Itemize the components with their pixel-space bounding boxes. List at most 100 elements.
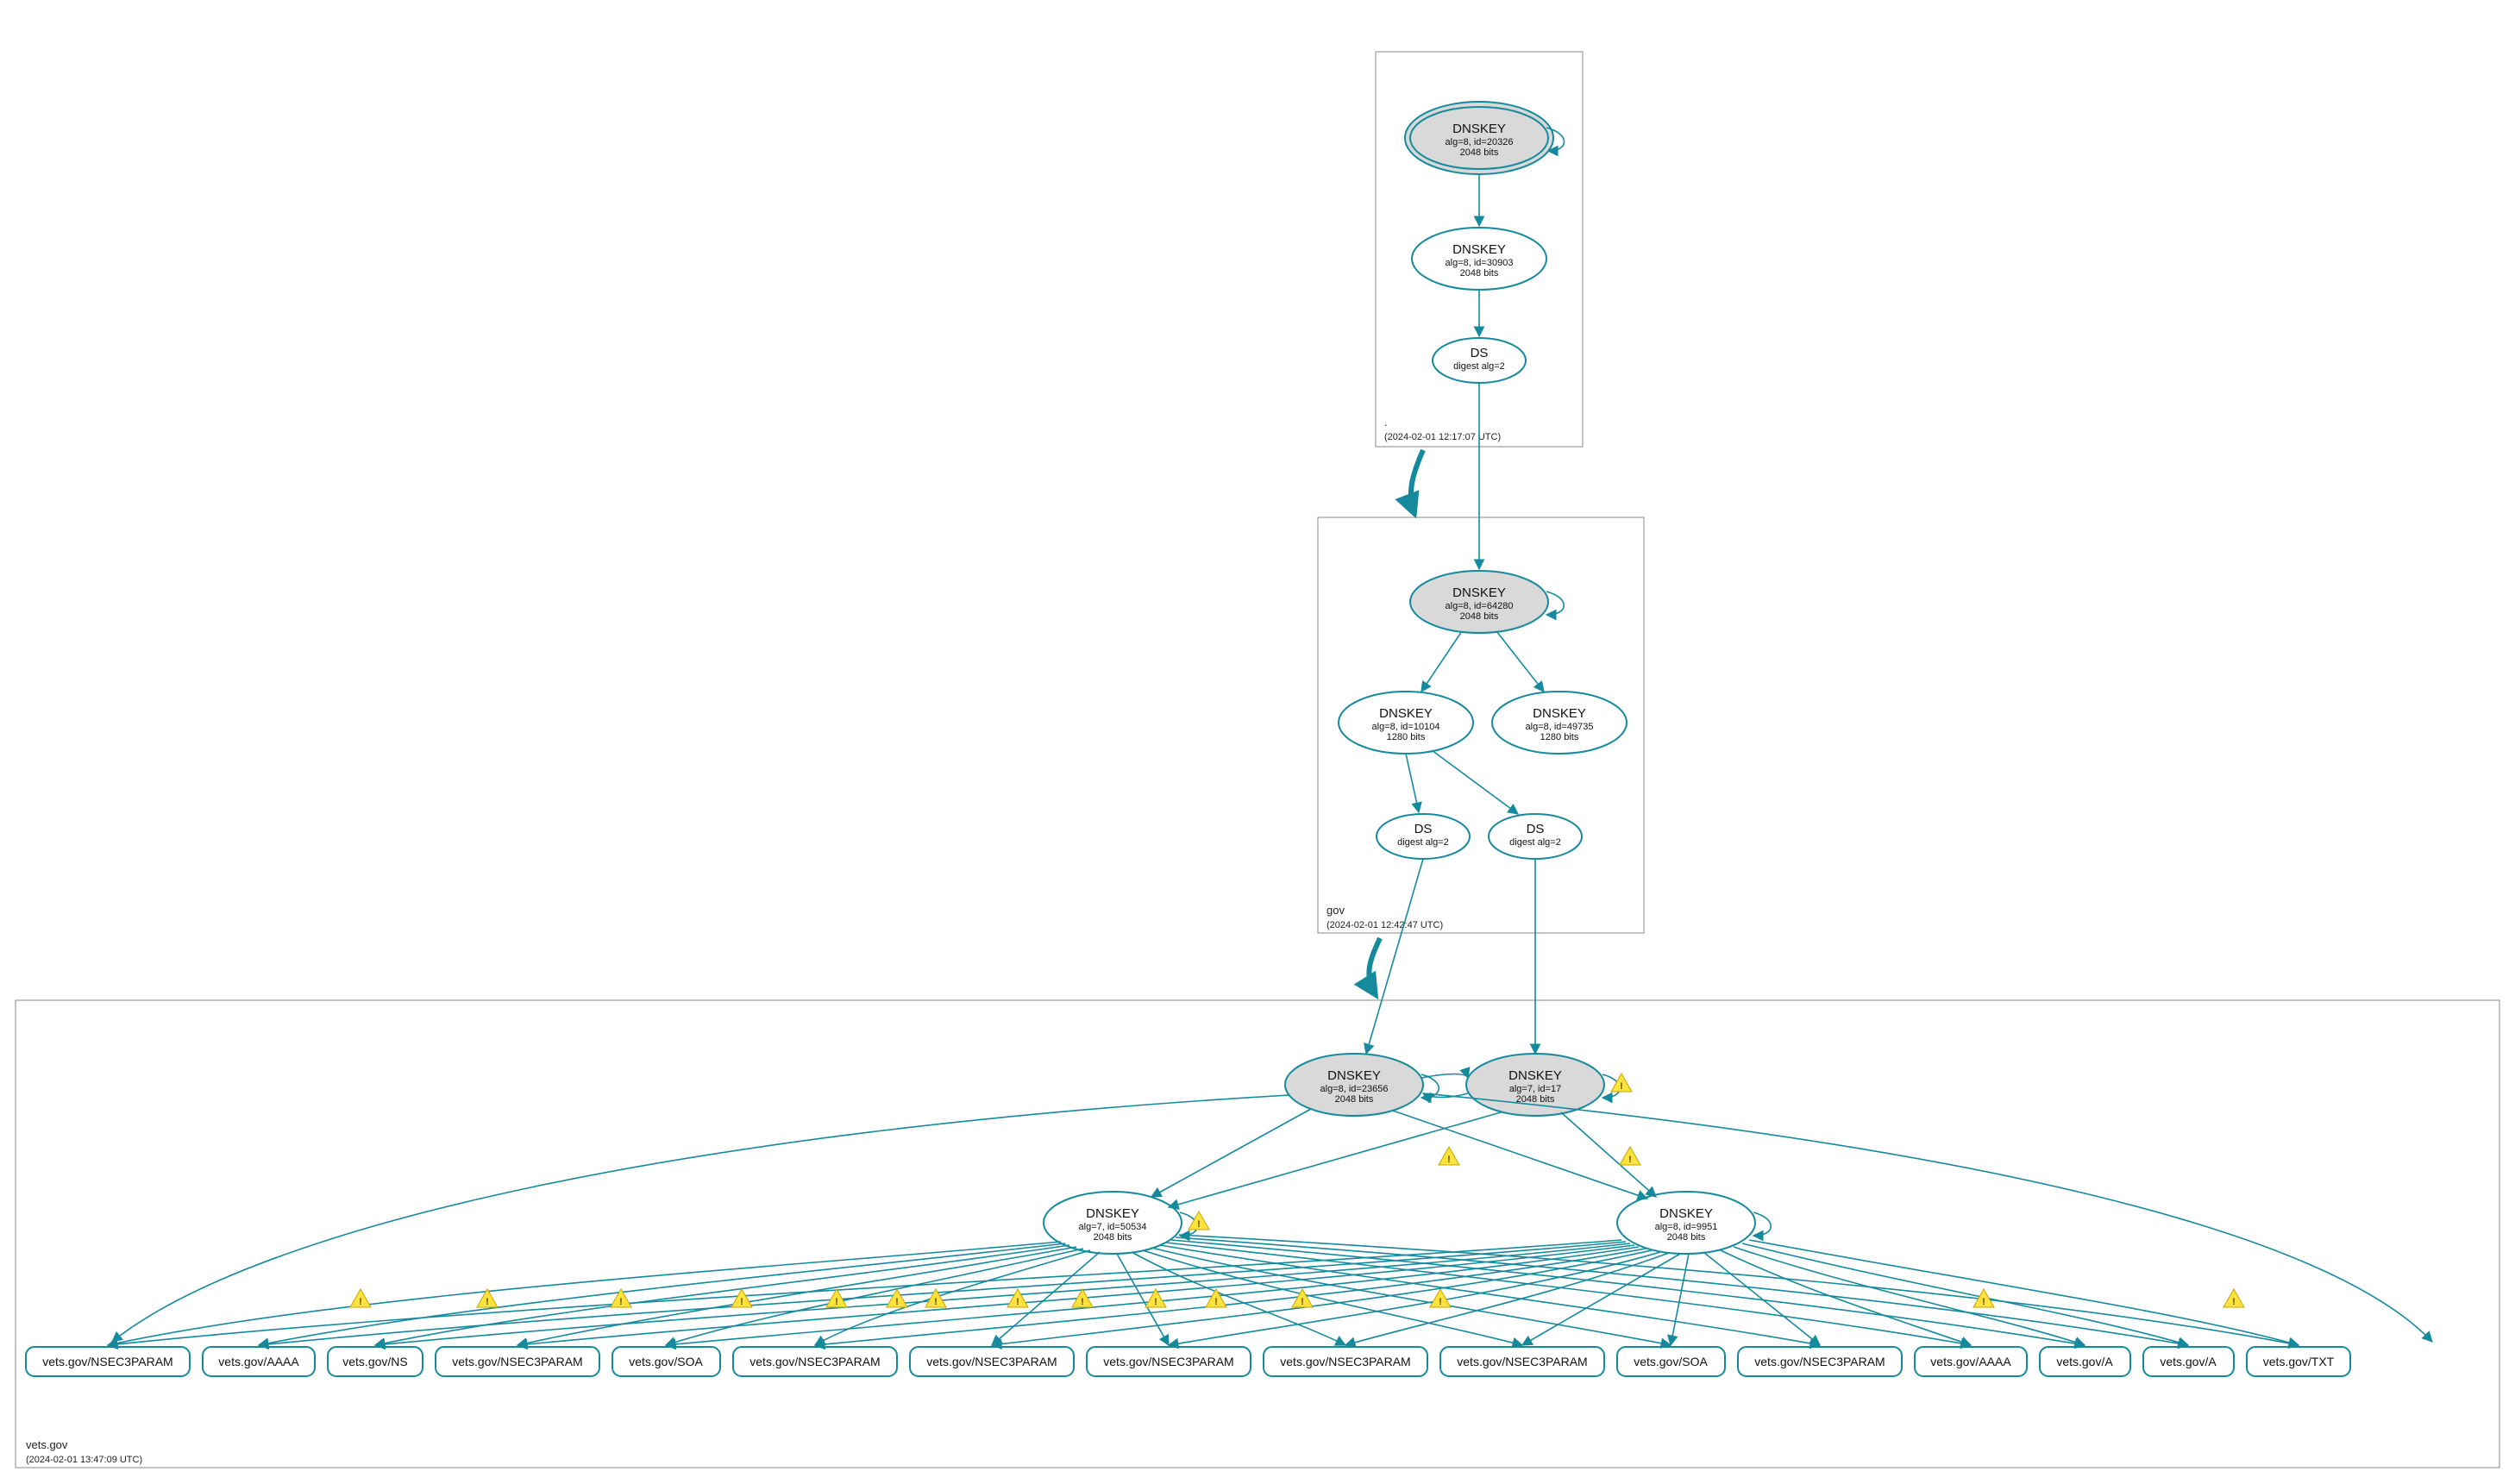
svg-text:vets.gov/AAAA: vets.gov/AAAA — [1930, 1355, 2011, 1368]
svg-text:vets.gov/NS: vets.gov/NS — [342, 1355, 407, 1368]
edge-deleg-root-gov — [1411, 450, 1423, 514]
svg-text:vets.gov/SOA: vets.gov/SOA — [629, 1355, 703, 1368]
zone-root-label: . — [1384, 416, 1388, 429]
svg-text:!: ! — [1982, 1297, 1985, 1307]
node-vets-zsk1: DNSKEY alg=7, id=50534 2048 bits — [1044, 1192, 1182, 1254]
svg-text:digest alg=2: digest alg=2 — [1509, 837, 1561, 848]
svg-text:DS: DS — [1527, 822, 1545, 836]
edge-deleg-gov-vets — [1369, 938, 1380, 995]
svg-text:!: ! — [895, 1297, 899, 1307]
svg-text:DNSKEY: DNSKEY — [1659, 1206, 1713, 1221]
rr-r11: vets.gov/NSEC3PARAM — [1738, 1347, 1902, 1376]
svg-text:alg=8, id=10104: alg=8, id=10104 — [1372, 722, 1440, 732]
svg-text:2048 bits: 2048 bits — [1094, 1232, 1132, 1243]
svg-text:2048 bits: 2048 bits — [1667, 1232, 1706, 1243]
edge-gov-ksk-zsk1 — [1421, 631, 1462, 692]
svg-text:vets.gov/NSEC3PARAM: vets.gov/NSEC3PARAM — [1754, 1355, 1885, 1368]
node-gov-ds1: DS digest alg=2 — [1377, 814, 1470, 859]
edge-gov-ksk-self — [1546, 592, 1564, 615]
rr-r15: vets.gov/TXT — [2247, 1347, 2350, 1376]
svg-text:!: ! — [359, 1297, 362, 1307]
warn-ksk-zsk-a: ! — [1439, 1147, 1459, 1165]
zone-vets-label: vets.gov — [26, 1438, 68, 1451]
node-gov-ds2: DS digest alg=2 — [1489, 814, 1582, 859]
svg-text:alg=8, id=30903: alg=8, id=30903 — [1446, 258, 1514, 268]
svg-text:!: ! — [1016, 1297, 1019, 1307]
svg-text:alg=8, id=49735: alg=8, id=49735 — [1526, 722, 1594, 732]
warn-ksk-zsk-b: ! — [1620, 1147, 1640, 1165]
svg-text:digest alg=2: digest alg=2 — [1397, 837, 1449, 848]
node-root-ksk: DNSKEY alg=8, id=20326 2048 bits — [1405, 102, 1553, 174]
zone-vets: vets.gov (2024-02-01 13:47:09 UTC) DNSKE… — [16, 859, 2499, 1468]
svg-text:!: ! — [1154, 1297, 1157, 1307]
node-vets-zsk2: DNSKEY alg=8, id=9951 2048 bits — [1617, 1192, 1755, 1254]
svg-text:1280 bits: 1280 bits — [1540, 732, 1579, 742]
svg-text:vets.gov/SOA: vets.gov/SOA — [1634, 1355, 1708, 1368]
svg-text:!: ! — [1628, 1155, 1632, 1165]
node-vets-ksk1: DNSKEY alg=8, id=23656 2048 bits — [1285, 1054, 1423, 1116]
svg-text:!: ! — [1447, 1155, 1451, 1165]
svg-text:DNSKEY: DNSKEY — [1508, 1068, 1562, 1083]
svg-text:alg=8, id=20326: alg=8, id=20326 — [1446, 137, 1514, 147]
svg-text:DS: DS — [1471, 346, 1489, 360]
rr-r1: vets.gov/AAAA — [203, 1347, 315, 1376]
svg-text:vets.gov/NSEC3PARAM: vets.gov/NSEC3PARAM — [1103, 1355, 1233, 1368]
edge-vets-ksk1-r15 — [1423, 1093, 2432, 1342]
edge-gov-zsk1-ds1 — [1406, 754, 1419, 812]
svg-text:alg=7, id=17: alg=7, id=17 — [1509, 1084, 1562, 1094]
zone-gov-timestamp: (2024-02-01 12:42:47 UTC) — [1326, 920, 1443, 930]
edge-vets-ksk2-zsk2 — [1561, 1112, 1656, 1197]
edge-vets-ksk1-zsk1 — [1151, 1109, 1311, 1197]
svg-text:vets.gov/NSEC3PARAM: vets.gov/NSEC3PARAM — [1457, 1355, 1587, 1368]
svg-text:2048 bits: 2048 bits — [1460, 147, 1499, 158]
svg-text:DNSKEY: DNSKEY — [1086, 1206, 1139, 1221]
svg-text:DNSKEY: DNSKEY — [1379, 706, 1433, 721]
svg-text:!: ! — [619, 1297, 623, 1307]
node-vets-ksk2: DNSKEY alg=7, id=17 2048 bits — [1466, 1054, 1604, 1116]
svg-text:DNSKEY: DNSKEY — [1452, 242, 1506, 257]
svg-text:alg=8, id=64280: alg=8, id=64280 — [1446, 601, 1514, 611]
svg-text:!: ! — [1301, 1297, 1304, 1307]
warn-vets-zsk1: ! — [1189, 1212, 1209, 1230]
warn-vets-ksk2: ! — [1611, 1074, 1632, 1092]
svg-text:vets.gov/AAAA: vets.gov/AAAA — [218, 1355, 299, 1368]
node-root-ds: DS digest alg=2 — [1433, 338, 1526, 383]
edge-gov-zsk1-ds2 — [1432, 750, 1518, 814]
svg-text:DNSKEY: DNSKEY — [1452, 585, 1506, 600]
svg-text:DS: DS — [1414, 822, 1433, 836]
svg-text:vets.gov/A: vets.gov/A — [2160, 1355, 2217, 1368]
rr-r8: vets.gov/NSEC3PARAM — [1264, 1347, 1427, 1376]
rr-r3: vets.gov/NSEC3PARAM — [436, 1347, 599, 1376]
node-root-zsk: DNSKEY alg=8, id=30903 2048 bits — [1412, 228, 1546, 290]
dnssec-graph: . (2024-02-01 12:17:07 UTC) DNSKEY alg=8… — [0, 0, 2515, 1484]
svg-text:DNSKEY: DNSKEY — [1452, 122, 1506, 136]
svg-text:digest alg=2: digest alg=2 — [1453, 361, 1505, 372]
svg-text:2048 bits: 2048 bits — [1460, 611, 1499, 622]
zone-vets-timestamp: (2024-02-01 13:47:09 UTC) — [26, 1455, 142, 1465]
node-gov-ksk: DNSKEY alg=8, id=64280 2048 bits — [1410, 571, 1548, 633]
edges-zsk2-rr — [108, 1240, 2299, 1345]
rr-r5: vets.gov/NSEC3PARAM — [733, 1347, 897, 1376]
edge-vets-zsk2-self — [1753, 1212, 1771, 1236]
svg-text:vets.gov/NSEC3PARAM: vets.gov/NSEC3PARAM — [42, 1355, 172, 1368]
svg-text:DNSKEY: DNSKEY — [1327, 1068, 1381, 1083]
svg-text:1280 bits: 1280 bits — [1387, 732, 1426, 742]
rr-r14: vets.gov/A — [2143, 1347, 2234, 1376]
rr-r10: vets.gov/SOA — [1617, 1347, 1725, 1376]
svg-text:2048 bits: 2048 bits — [1335, 1094, 1374, 1105]
svg-text:!: ! — [934, 1297, 938, 1307]
rr-r6: vets.gov/NSEC3PARAM — [910, 1347, 1074, 1376]
rr-r7: vets.gov/NSEC3PARAM — [1087, 1347, 1251, 1376]
svg-text:!: ! — [835, 1297, 838, 1307]
rr-r2: vets.gov/NS — [328, 1347, 423, 1376]
svg-text:vets.gov/NSEC3PARAM: vets.gov/NSEC3PARAM — [749, 1355, 880, 1368]
svg-text:!: ! — [740, 1297, 743, 1307]
node-gov-zsk2: DNSKEY alg=8, id=49735 1280 bits — [1492, 692, 1627, 754]
svg-text:!: ! — [1081, 1297, 1084, 1307]
svg-text:vets.gov/NSEC3PARAM: vets.gov/NSEC3PARAM — [452, 1355, 582, 1368]
svg-text:!: ! — [486, 1297, 489, 1307]
svg-text:vets.gov/NSEC3PARAM: vets.gov/NSEC3PARAM — [1280, 1355, 1410, 1368]
zone-gov-label: gov — [1326, 904, 1345, 917]
zone-gov: gov (2024-02-01 12:42:47 UTC) DNSKEY alg… — [1318, 383, 1644, 933]
svg-text:vets.gov/TXT: vets.gov/TXT — [2263, 1355, 2335, 1368]
